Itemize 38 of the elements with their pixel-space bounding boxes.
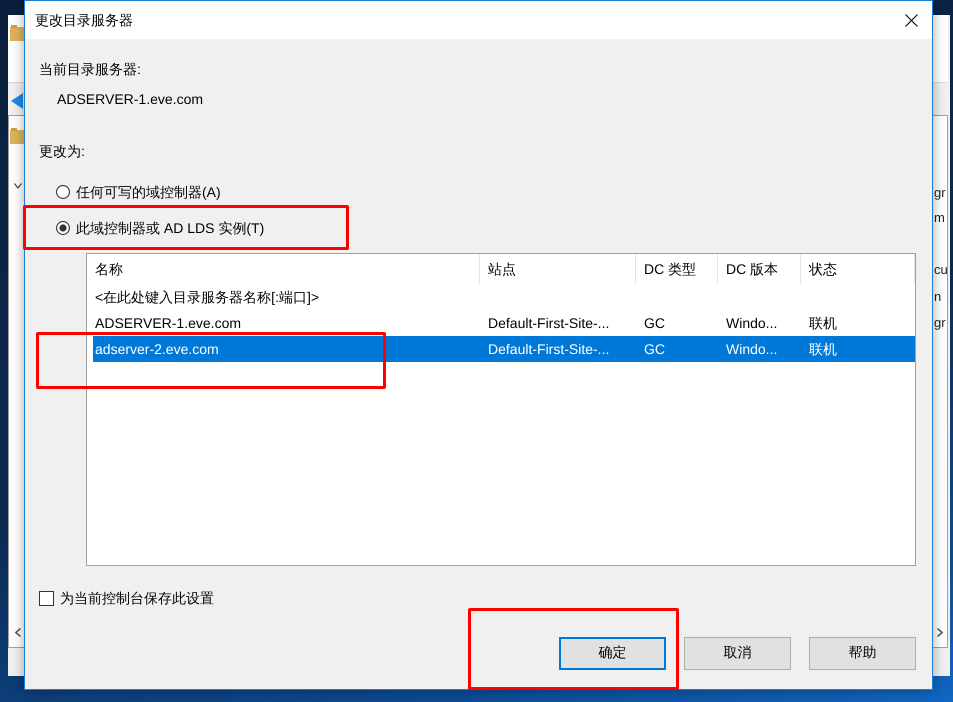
table-cell-text: Windo...	[726, 340, 778, 359]
current-server-value: ADSERVER-1.eve.com	[57, 90, 204, 109]
table-cell-text: adserver-2.eve.com	[95, 340, 219, 359]
back-arrow-icon[interactable]	[11, 93, 23, 109]
server-row[interactable]: adserver-2.eve.com Default-First-Site-... GC Windo... 联机	[93, 336, 915, 362]
table-cell-text: GC	[644, 340, 665, 359]
dialog-button[interactable]: 帮助	[809, 636, 916, 670]
server-row[interactable]: ADSERVER-1.eve.com Default-First-Site-... GC Windo... 联机	[93, 310, 915, 336]
table-cell-text: ADSERVER-1.eve.com	[95, 314, 242, 333]
background-text: gr	[934, 185, 946, 201]
table-cell-text: Windo...	[726, 314, 778, 333]
background-text: n	[934, 289, 942, 305]
background-text: m	[934, 210, 945, 226]
column-header[interactable]: 站点	[480, 254, 636, 284]
chevron-icon[interactable]	[14, 183, 22, 189]
scroll-right-icon[interactable]	[937, 628, 943, 637]
table-cell-text: 联机	[809, 340, 837, 359]
background-text: gr	[934, 315, 946, 331]
current-server-label: 当前目录服务器:	[39, 60, 141, 79]
table-cell-text: Default-First-Site-...	[488, 314, 610, 333]
column-header[interactable]: DC 版本	[718, 254, 801, 284]
close-icon[interactable]	[905, 14, 918, 26]
new-server-entry[interactable]: <在此处键入目录服务器名称[:端口]>	[87, 284, 320, 310]
column-header[interactable]: DC 类型	[636, 254, 718, 284]
background-text: cu	[934, 262, 948, 278]
dialog-button[interactable]: 确定	[559, 636, 666, 670]
window-title: 更改目录服务器	[35, 11, 133, 30]
table-cell-text: GC	[644, 314, 665, 333]
table-cell-text: Default-First-Site-...	[488, 340, 610, 359]
change-to-label: 更改为:	[39, 142, 85, 161]
radio-option[interactable]: 此域控制器或 AD LDS 实例(T)	[56, 218, 264, 238]
column-header[interactable]: 名称	[87, 254, 480, 284]
column-header[interactable]: 状态	[801, 254, 915, 284]
dialog-button[interactable]: 取消	[684, 636, 791, 670]
scroll-left-icon[interactable]	[15, 628, 21, 637]
save-setting-checkbox[interactable]: 为当前控制台保存此设置	[39, 588, 214, 608]
table-cell-text: 联机	[809, 314, 837, 333]
radio-option[interactable]: 任何可写的域控制器(A)	[56, 182, 221, 202]
